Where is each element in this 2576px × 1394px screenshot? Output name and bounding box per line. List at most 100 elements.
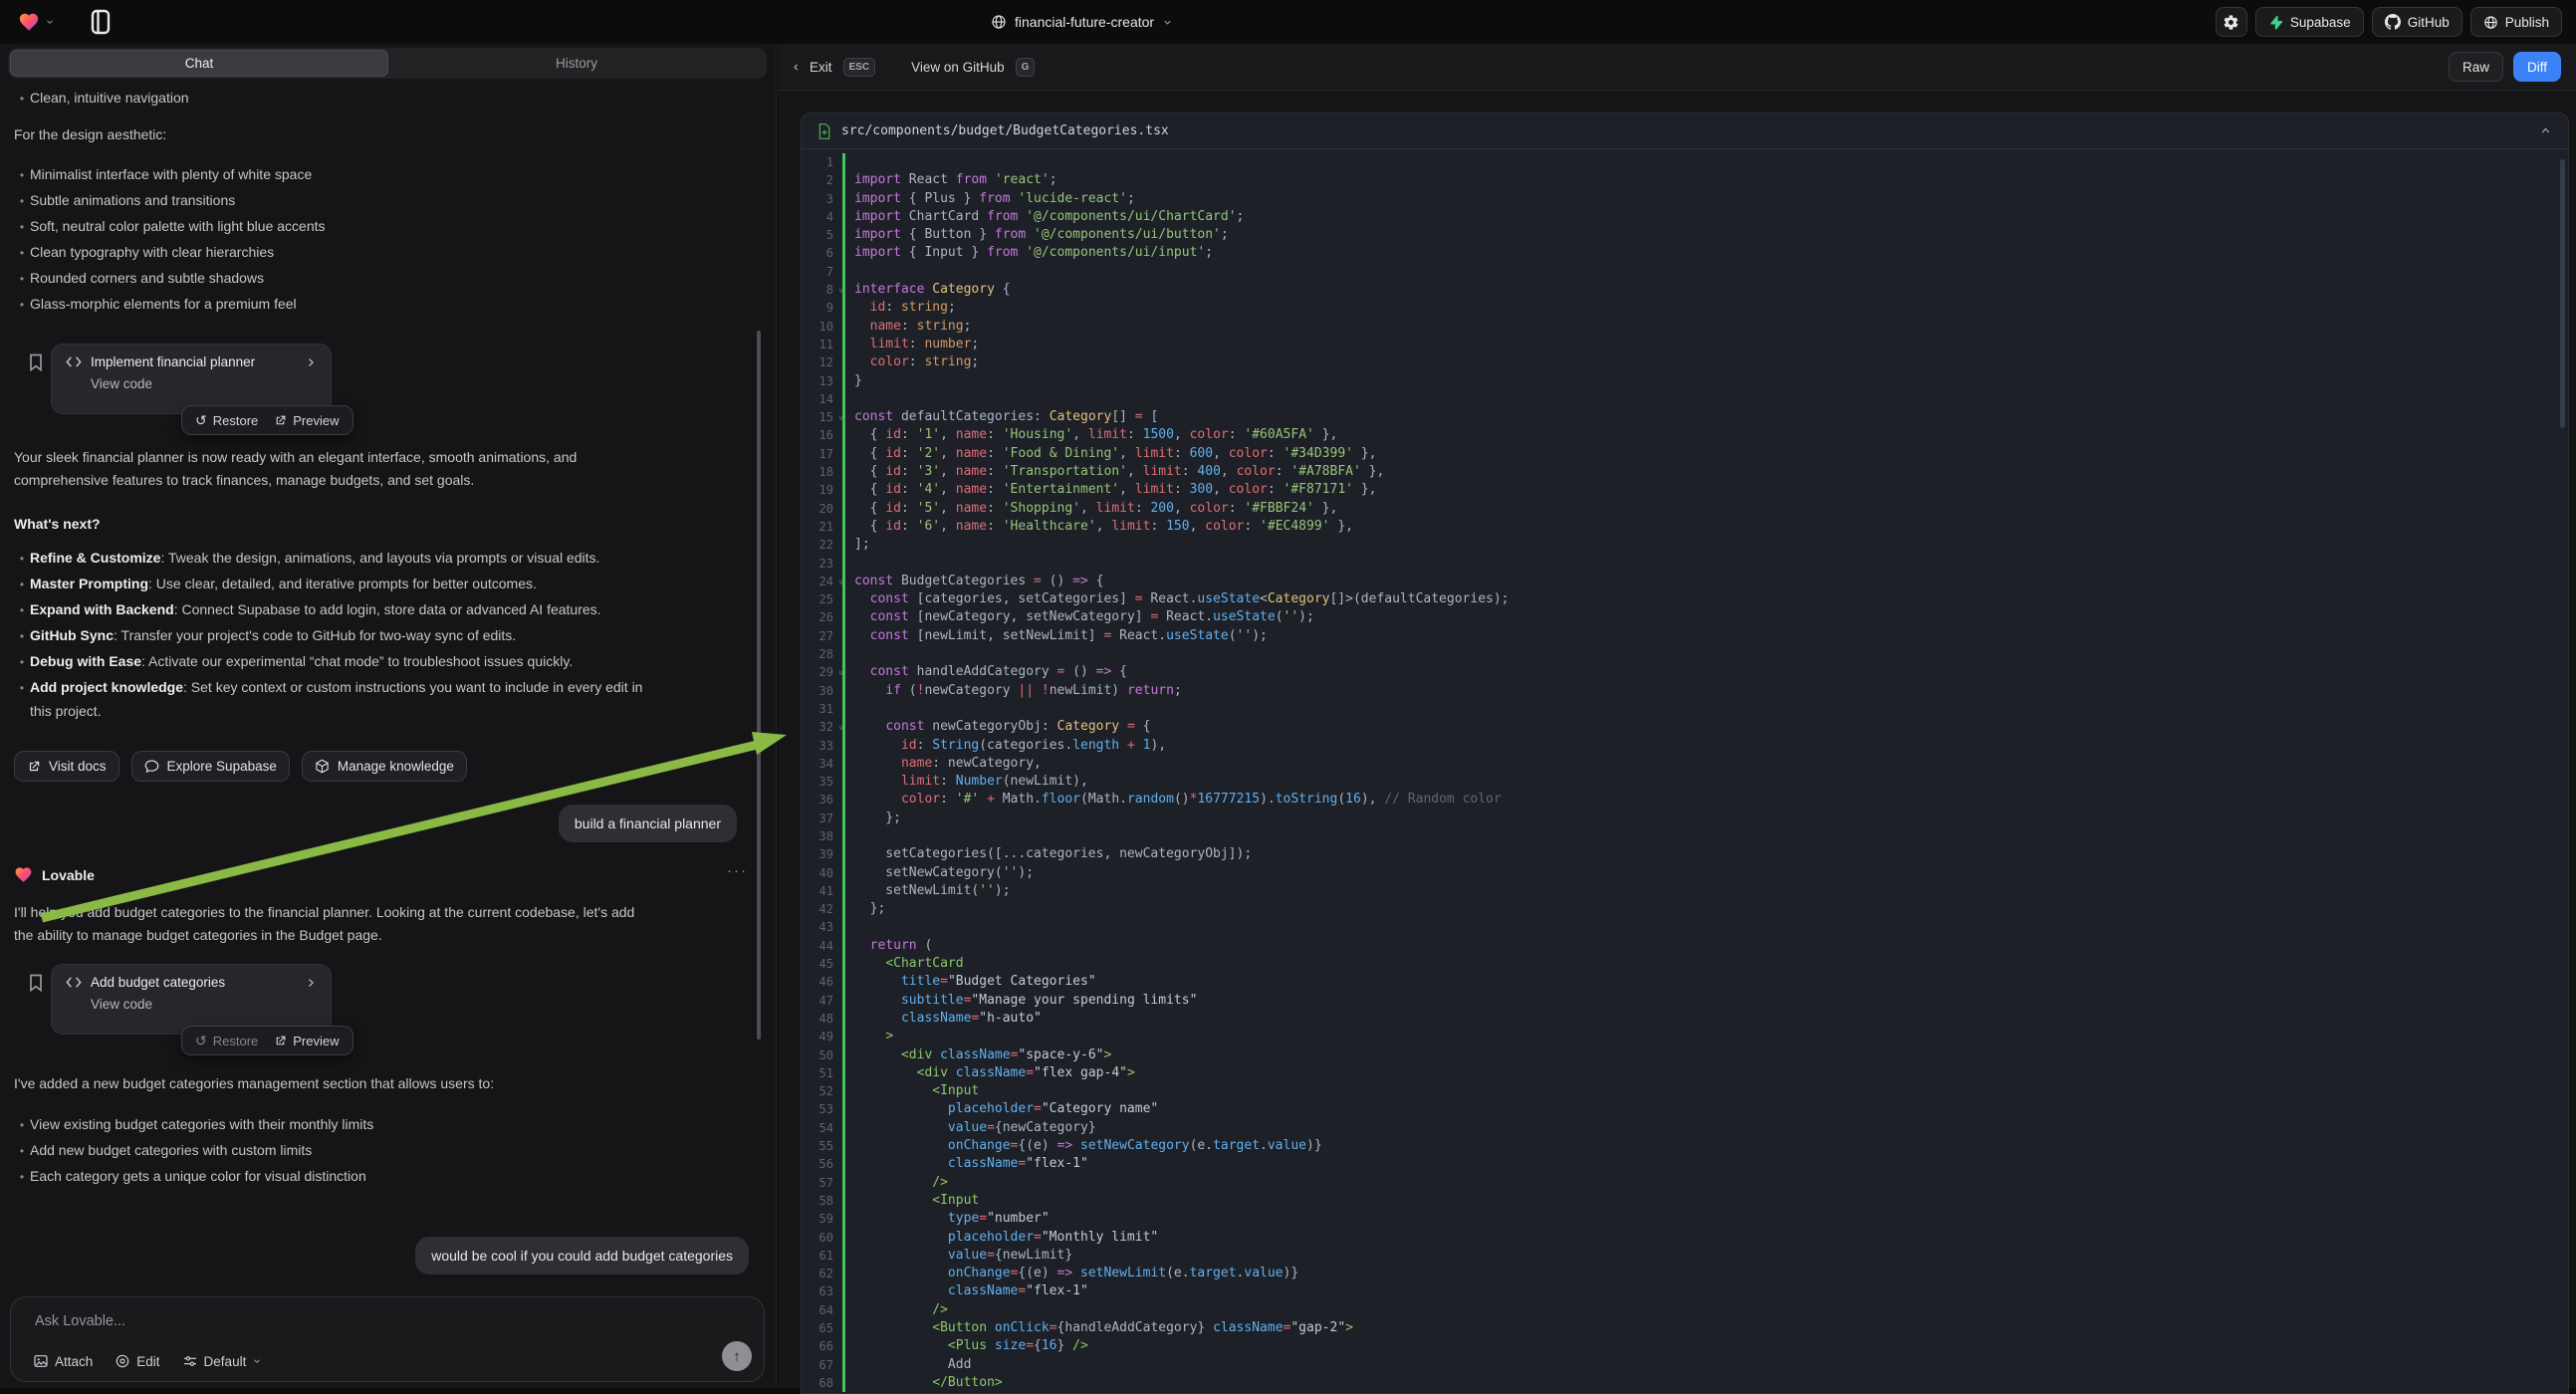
fold-chevron-icon[interactable]: ∨	[838, 282, 843, 300]
external-link-icon	[274, 1035, 287, 1047]
code-line: limit: number;	[854, 336, 2568, 353]
line-number: 27	[802, 627, 842, 645]
preview-button[interactable]: Preview	[274, 413, 339, 428]
line-number: 38	[802, 827, 842, 845]
supabase-button[interactable]: Supabase	[2255, 7, 2364, 37]
line-number: 64	[802, 1301, 842, 1319]
tab-chat[interactable]: Chat	[10, 50, 388, 77]
line-number: 52	[802, 1082, 842, 1100]
code-scrollbar[interactable]	[2560, 159, 2565, 428]
line-number: 41	[802, 882, 842, 900]
globe-icon	[991, 14, 1007, 30]
explore-supabase-button[interactable]: Explore Supabase	[131, 751, 290, 782]
chat-input-box[interactable]: Ask Lovable... Attach Edit	[10, 1296, 765, 1382]
version-card-implement-financial-planner[interactable]: Implement financial planner View code	[51, 344, 332, 414]
code-line: onChange={(e) => setNewCategory(e.target…	[854, 1137, 2568, 1155]
chevron-left-icon	[792, 61, 801, 74]
user-message-2: would be cool if you could add budget ca…	[415, 1237, 749, 1275]
line-number: 22	[802, 536, 842, 554]
line-number: 60	[802, 1229, 842, 1247]
list-item: •Minimalist interface with plenty of whi…	[14, 162, 751, 188]
code-line: <Button onClick={handleAddCategory} clas…	[854, 1319, 2568, 1337]
user-message-1: build a financial planner	[559, 805, 737, 842]
package-icon	[315, 759, 330, 774]
github-label: GitHub	[2408, 15, 2450, 30]
line-number: 21	[802, 518, 842, 536]
design-heading: For the design aesthetic:	[14, 123, 166, 146]
added-intro: I've added a new budget categories manag…	[14, 1072, 761, 1095]
edit-button[interactable]: Edit	[115, 1353, 159, 1369]
send-button[interactable]: ↑	[722, 1341, 752, 1371]
restore-button[interactable]: ↺ Restore	[195, 1033, 258, 1049]
gear-icon	[2223, 14, 2239, 31]
code-line	[854, 555, 2568, 573]
code-line: id: string;	[854, 299, 2568, 317]
model-selector[interactable]: Default	[182, 1353, 263, 1369]
attach-button[interactable]: Attach	[33, 1353, 93, 1369]
line-number: 34	[802, 755, 842, 773]
line-number: 39	[802, 845, 842, 863]
fold-chevron-icon[interactable]: ∨	[838, 574, 843, 591]
github-button[interactable]: GitHub	[2372, 7, 2462, 37]
panel-icon	[91, 9, 111, 35]
fold-chevron-icon[interactable]: ∨	[838, 409, 843, 427]
line-number: 58	[802, 1192, 842, 1210]
g-shortcut-badge: G	[1016, 58, 1036, 77]
sidebar-toggle-button[interactable]	[91, 9, 111, 35]
code-line: { id: '1', name: 'Housing', limit: 1500,…	[854, 426, 2568, 444]
supabase-icon	[2268, 15, 2283, 30]
line-number: 29∨	[802, 663, 842, 681]
line-number: 50	[802, 1046, 842, 1064]
code-line: import { Input } from '@/components/ui/i…	[854, 244, 2568, 262]
visit-docs-button[interactable]: Visit docs	[14, 751, 119, 782]
view-on-github-button[interactable]: View on GitHub	[911, 60, 1005, 75]
line-number: 25	[802, 590, 842, 608]
restore-button[interactable]: ↺ Restore	[195, 412, 258, 429]
code-editor[interactable]: 12345678∨9101112131415∨16171819202122232…	[802, 149, 2568, 1392]
line-number: 28	[802, 645, 842, 663]
fold-chevron-icon[interactable]: ∨	[838, 719, 843, 737]
line-number: 31	[802, 700, 842, 718]
external-link-icon	[274, 414, 287, 427]
view-code-link[interactable]: View code	[91, 376, 317, 391]
project-switcher[interactable]: financial-future-creator	[991, 0, 1173, 44]
exit-button[interactable]: Exit	[792, 60, 832, 75]
diff-toggle-button[interactable]: Diff	[2513, 52, 2561, 82]
top-bar: financial-future-creator Supabase GitHub	[0, 0, 2576, 44]
view-code-link[interactable]: View code	[91, 997, 317, 1012]
line-number: 15∨	[802, 408, 842, 426]
bookmark-icon[interactable]	[26, 972, 46, 994]
manage-knowledge-button[interactable]: Manage knowledge	[302, 751, 467, 782]
version-card-add-budget-categories[interactable]: Add budget categories View code	[51, 964, 332, 1035]
line-number: 40	[802, 864, 842, 882]
message-menu-button[interactable]: ···	[727, 862, 748, 879]
settings-button[interactable]	[2216, 7, 2247, 37]
code-panel: Exit ESC View on GitHub G Raw Diff src/c…	[778, 44, 2576, 1388]
line-number: 63	[802, 1282, 842, 1300]
line-number: 9	[802, 299, 842, 317]
code-line: import React from 'react';	[854, 171, 2568, 189]
code-line: value={newLimit}	[854, 1247, 2568, 1265]
fold-chevron-icon[interactable]: ∨	[838, 664, 843, 682]
chat-scrollbar[interactable]	[757, 331, 761, 1040]
preview-button[interactable]: Preview	[274, 1034, 339, 1048]
github-icon	[2385, 14, 2401, 30]
supabase-label: Supabase	[2290, 15, 2351, 30]
chat-input-placeholder: Ask Lovable...	[35, 1313, 125, 1329]
raw-toggle-button[interactable]: Raw	[2449, 52, 2503, 82]
code-line: className="h-auto"	[854, 1010, 2568, 1028]
lovable-logo-heart-icon[interactable]	[18, 11, 55, 33]
file-path-bar[interactable]: src/components/budget/BudgetCategories.t…	[802, 114, 2568, 149]
bookmark-icon[interactable]	[26, 351, 46, 373]
code-line: };	[854, 900, 2568, 918]
line-number: 7	[802, 263, 842, 281]
line-number: 68	[802, 1374, 842, 1392]
publish-button[interactable]: Publish	[2470, 7, 2562, 37]
tab-history[interactable]: History	[388, 50, 765, 77]
line-number: 36	[802, 791, 842, 809]
image-icon	[33, 1353, 49, 1369]
chevron-up-icon[interactable]	[2539, 124, 2552, 137]
code-line: interface Category {	[854, 281, 2568, 299]
external-link-icon	[27, 760, 41, 774]
lovable-heart-icon	[14, 865, 33, 884]
